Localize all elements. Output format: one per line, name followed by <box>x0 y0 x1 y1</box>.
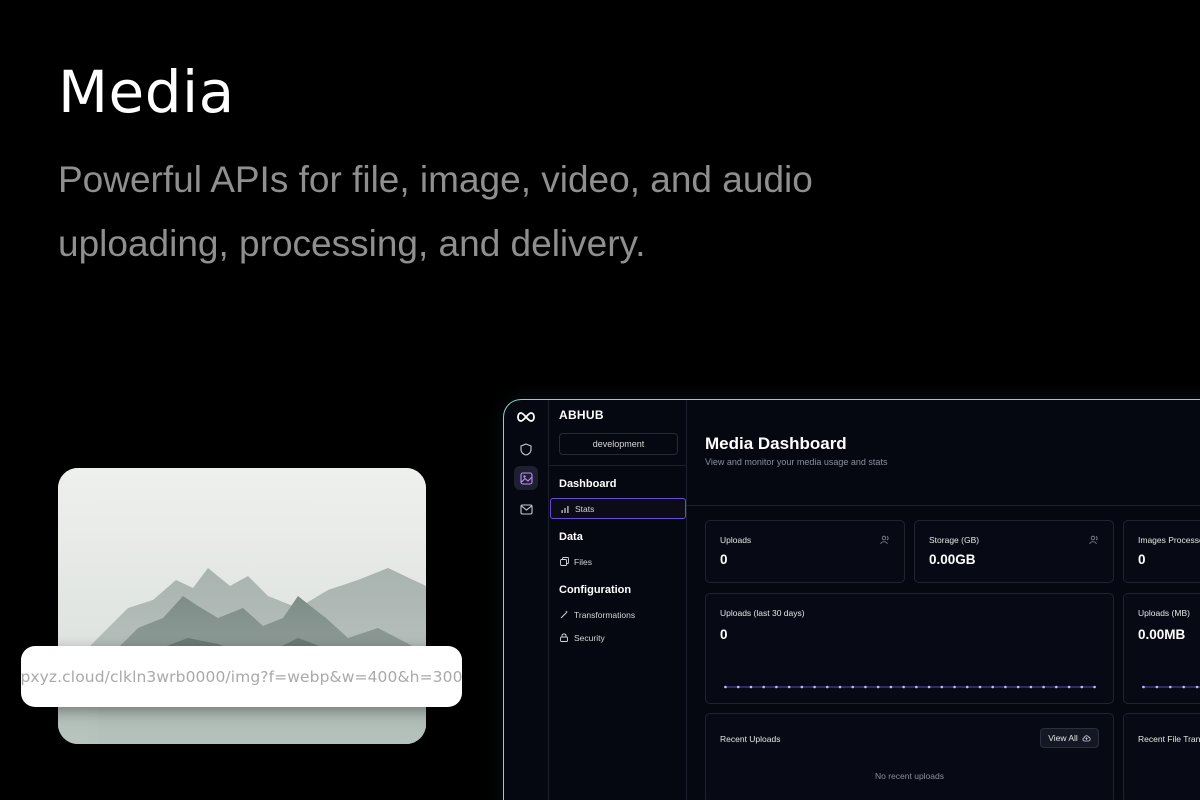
hero-subtitle: Powerful APIs for file, image, video, an… <box>58 159 813 264</box>
chart-point <box>787 685 791 689</box>
chart-point <box>1182 685 1185 689</box>
mail-icon[interactable] <box>514 497 538 521</box>
recent-uploads-title: Recent Uploads <box>720 734 781 744</box>
chart-point <box>1142 685 1145 689</box>
chart-point <box>991 685 995 689</box>
hero-title: Media <box>58 58 235 126</box>
sidebar-item-label: Security <box>574 632 605 643</box>
chart-label: Uploads (last 30 days) <box>720 608 805 618</box>
recent-transformations-title: Recent File Trans <box>1138 734 1200 744</box>
stat-value: 0 <box>720 552 728 567</box>
page-title: Media Dashboard <box>705 434 847 453</box>
chart-point <box>851 685 855 689</box>
infinity-logo-icon[interactable] <box>514 405 538 429</box>
sidebar-item-stats[interactable]: Stats <box>550 498 686 519</box>
chart-point <box>902 685 905 689</box>
stat-card-storage: Storage (GB) 0.00GB <box>914 520 1114 583</box>
chart-point <box>953 685 956 689</box>
stat-label: Storage (GB) <box>929 535 980 545</box>
magic-wand-icon <box>559 610 569 620</box>
chart-point <box>813 685 816 689</box>
files-icon <box>559 557 569 567</box>
chart-value: 0 <box>720 627 728 642</box>
chart-point <box>1093 685 1096 689</box>
stat-label: Images Processe <box>1138 535 1200 545</box>
chart-point <box>1004 685 1007 689</box>
chart-point <box>775 685 778 689</box>
uploads-line-chart <box>724 685 1096 689</box>
chart-point <box>864 685 867 689</box>
chart-point <box>1195 685 1199 689</box>
cloud-upload-icon <box>1082 735 1091 742</box>
stat-value: 0.00GB <box>929 552 976 567</box>
chart-point <box>736 685 740 689</box>
stat-value: 0 <box>1138 552 1146 567</box>
sidebar: ABHUB development Dashboard Stats Data F… <box>549 400 687 800</box>
chart-point <box>876 685 880 689</box>
environment-selector[interactable]: development <box>559 433 678 455</box>
chart-point <box>965 685 969 689</box>
stat-card-images-processed: Images Processe 0 <box>1123 520 1200 583</box>
chart-point <box>940 685 944 689</box>
lock-icon <box>559 633 569 643</box>
stat-card-uploads: Uploads 0 <box>705 520 905 583</box>
shield-icon[interactable] <box>514 437 538 461</box>
main-divider <box>687 505 1200 506</box>
sidebar-item-label: Transformations <box>574 609 636 620</box>
image-url-pill[interactable]: pxyz.cloud/clkln3wrb0000/img?f=webp&w=40… <box>20 646 463 707</box>
chart-point <box>838 685 842 689</box>
sidebar-item-files[interactable]: Files <box>550 551 686 572</box>
view-all-button[interactable]: View All <box>1040 728 1099 748</box>
users-icon <box>880 535 889 545</box>
chart-point <box>889 685 893 689</box>
chart-point <box>1055 685 1058 689</box>
page-subtitle: View and monitor your media usage and st… <box>705 457 888 467</box>
bar-chart-icon <box>560 504 570 514</box>
image-url-text: pxyz.cloud/clkln3wrb0000/img?f=webp&w=40… <box>20 667 463 686</box>
main-panel: Media Dashboard View and monitor your me… <box>687 400 1200 800</box>
image-icon[interactable] <box>514 466 538 490</box>
uploads-mb-line-chart <box>1142 685 1200 689</box>
chart-point <box>1016 685 1020 689</box>
chart-point <box>1042 685 1045 689</box>
sidebar-item-label: Stats <box>575 503 595 514</box>
stat-label: Uploads <box>720 535 752 545</box>
empty-state-text: No recent uploads <box>875 771 944 781</box>
sidebar-section-data: Data <box>559 531 583 543</box>
chart-point <box>978 685 982 689</box>
recent-uploads-card: Recent Uploads View All No recent upload… <box>705 713 1114 800</box>
chart-point <box>1067 685 1071 689</box>
chart-label: Uploads (MB) <box>1138 608 1190 618</box>
chart-point <box>927 685 931 689</box>
chart-point <box>800 685 804 689</box>
chart-point <box>749 685 753 689</box>
users-icon <box>1089 535 1098 545</box>
chart-value: 0.00MB <box>1138 627 1186 642</box>
chart-point <box>1080 685 1084 689</box>
sidebar-item-transformations[interactable]: Transformations <box>550 604 686 625</box>
sidebar-section-dashboard: Dashboard <box>559 478 617 490</box>
sidebar-divider <box>549 465 687 466</box>
dashboard-window: ABHUB development Dashboard Stats Data F… <box>503 399 1200 800</box>
icon-rail <box>504 400 549 800</box>
chart-point <box>825 685 829 689</box>
uploads-mb-card: Uploads (MB) 0.00MB <box>1123 593 1200 704</box>
sidebar-item-label: Files <box>574 556 592 567</box>
view-all-label: View All <box>1048 733 1078 743</box>
chart-point <box>915 685 918 689</box>
chart-point <box>1029 685 1033 689</box>
uploads-chart-card: Uploads (last 30 days) 0 <box>705 593 1114 704</box>
chart-point <box>724 685 727 689</box>
chart-point <box>1169 685 1172 689</box>
sidebar-item-security[interactable]: Security <box>550 627 686 648</box>
org-name: ABHUB <box>559 408 604 422</box>
sidebar-section-configuration: Configuration <box>559 584 632 596</box>
chart-point <box>762 685 765 689</box>
chart-point <box>1155 685 1159 689</box>
recent-transformations-card: Recent File Trans <box>1123 713 1200 800</box>
